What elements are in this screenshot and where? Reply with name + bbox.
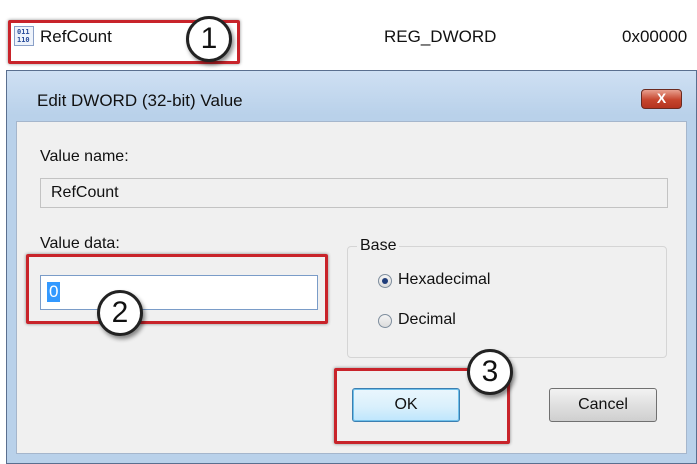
registry-row-type: REG_DWORD (384, 27, 497, 46)
highlight-value-data (26, 254, 328, 324)
value-data-label: Value data: (40, 235, 120, 252)
callout-2: 2 (97, 290, 143, 336)
close-button[interactable]: X (641, 89, 682, 109)
cancel-button[interactable]: Cancel (549, 388, 657, 422)
callout-3: 3 (467, 349, 513, 395)
base-group: Base Hexadecimal Decimal (347, 237, 667, 358)
decimal-radio[interactable] (378, 314, 392, 328)
dialog-titlebar[interactable]: Edit DWORD (32-bit) Value X (7, 71, 696, 115)
hexadecimal-label[interactable]: Hexadecimal (398, 271, 490, 289)
close-icon: X (656, 90, 667, 106)
callout-1: 1 (186, 16, 232, 62)
base-group-label: Base (357, 237, 400, 255)
value-name-field: RefCount (40, 178, 668, 208)
radio-selected-dot (382, 278, 388, 284)
hexadecimal-radio[interactable] (378, 274, 392, 288)
value-name-label: Value name: (40, 148, 129, 165)
registry-row-partial[interactable] (14, 0, 697, 6)
decimal-label[interactable]: Decimal (398, 311, 456, 329)
registry-row-data: 0x00000 (622, 27, 688, 46)
dialog-title: Edit DWORD (32-bit) Value (37, 91, 243, 110)
